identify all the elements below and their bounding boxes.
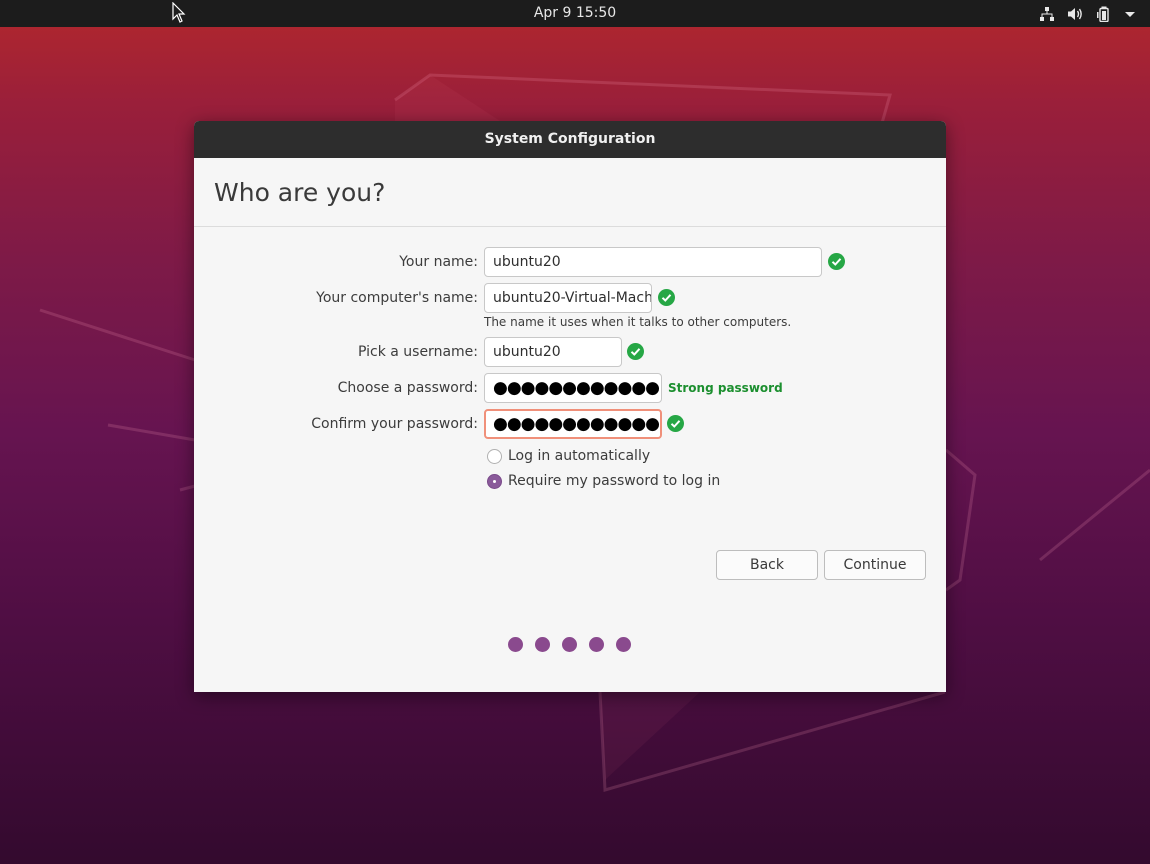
volume-icon[interactable]	[1067, 6, 1084, 22]
your-name-input[interactable]: ubuntu20	[484, 247, 822, 277]
confirm-valid-check-icon	[667, 415, 684, 432]
login-automatically-option[interactable]: Log in automatically	[487, 446, 650, 466]
battery-icon[interactable]	[1096, 6, 1112, 22]
confirm-password-input[interactable]: ●●●●●●●●●●●●	[484, 409, 662, 439]
confirm-password-row: Confirm your password: ●●●●●●●●●●●●	[194, 409, 946, 439]
username-row: Pick a username: ubuntu20	[194, 337, 946, 367]
system-menu-arrow-icon[interactable]	[1124, 6, 1136, 22]
progress-dot	[562, 637, 577, 652]
your-name-row: Your name: ubuntu20	[194, 247, 946, 277]
continue-button[interactable]: Continue	[824, 550, 926, 580]
username-input[interactable]: ubuntu20	[484, 337, 622, 367]
name-valid-check-icon	[828, 253, 845, 270]
computer-name-valid-check-icon	[658, 289, 675, 306]
dialog-titlebar[interactable]: System Configuration	[194, 121, 946, 158]
username-label: Pick a username:	[357, 344, 478, 360]
confirm-password-value: ●●●●●●●●●●●●	[493, 414, 660, 434]
page-heading: Who are you?	[194, 158, 946, 227]
computer-name-input[interactable]: ubuntu20-Virtual-Mach	[484, 283, 652, 313]
password-row: Choose a password: ●●●●●●●●●●●● Strong p…	[194, 373, 946, 403]
network-icon[interactable]	[1039, 6, 1055, 22]
confirm-password-label: Confirm your password:	[311, 416, 478, 432]
password-strength-label: Strong password	[668, 381, 783, 395]
progress-dot	[616, 637, 631, 652]
mouse-cursor-icon	[172, 2, 186, 23]
back-button[interactable]: Back	[716, 550, 818, 580]
computer-name-label: Your computer's name:	[316, 290, 478, 306]
computer-name-row: Your computer's name: ubuntu20-Virtual-M…	[194, 283, 946, 313]
installer-dialog: System Configuration Who are you? Your n…	[194, 121, 946, 692]
password-input[interactable]: ●●●●●●●●●●●●	[484, 373, 662, 403]
computer-name-hint: The name it uses when it talks to other …	[484, 315, 792, 329]
login-automatically-radio[interactable]	[487, 448, 502, 464]
require-password-label: Require my password to log in	[508, 473, 721, 489]
progress-dot	[589, 637, 604, 652]
login-automatically-label: Log in automatically	[508, 448, 651, 464]
text-caret	[661, 414, 662, 432]
progress-dot	[508, 637, 523, 652]
require-password-radio[interactable]	[487, 473, 502, 489]
progress-dots	[508, 637, 631, 652]
system-tray[interactable]	[1039, 0, 1136, 27]
password-label: Choose a password:	[337, 380, 478, 396]
require-password-option[interactable]: Require my password to log in	[487, 471, 720, 491]
progress-dot	[535, 637, 550, 652]
your-name-label: Your name:	[399, 254, 478, 270]
username-valid-check-icon	[627, 343, 644, 360]
